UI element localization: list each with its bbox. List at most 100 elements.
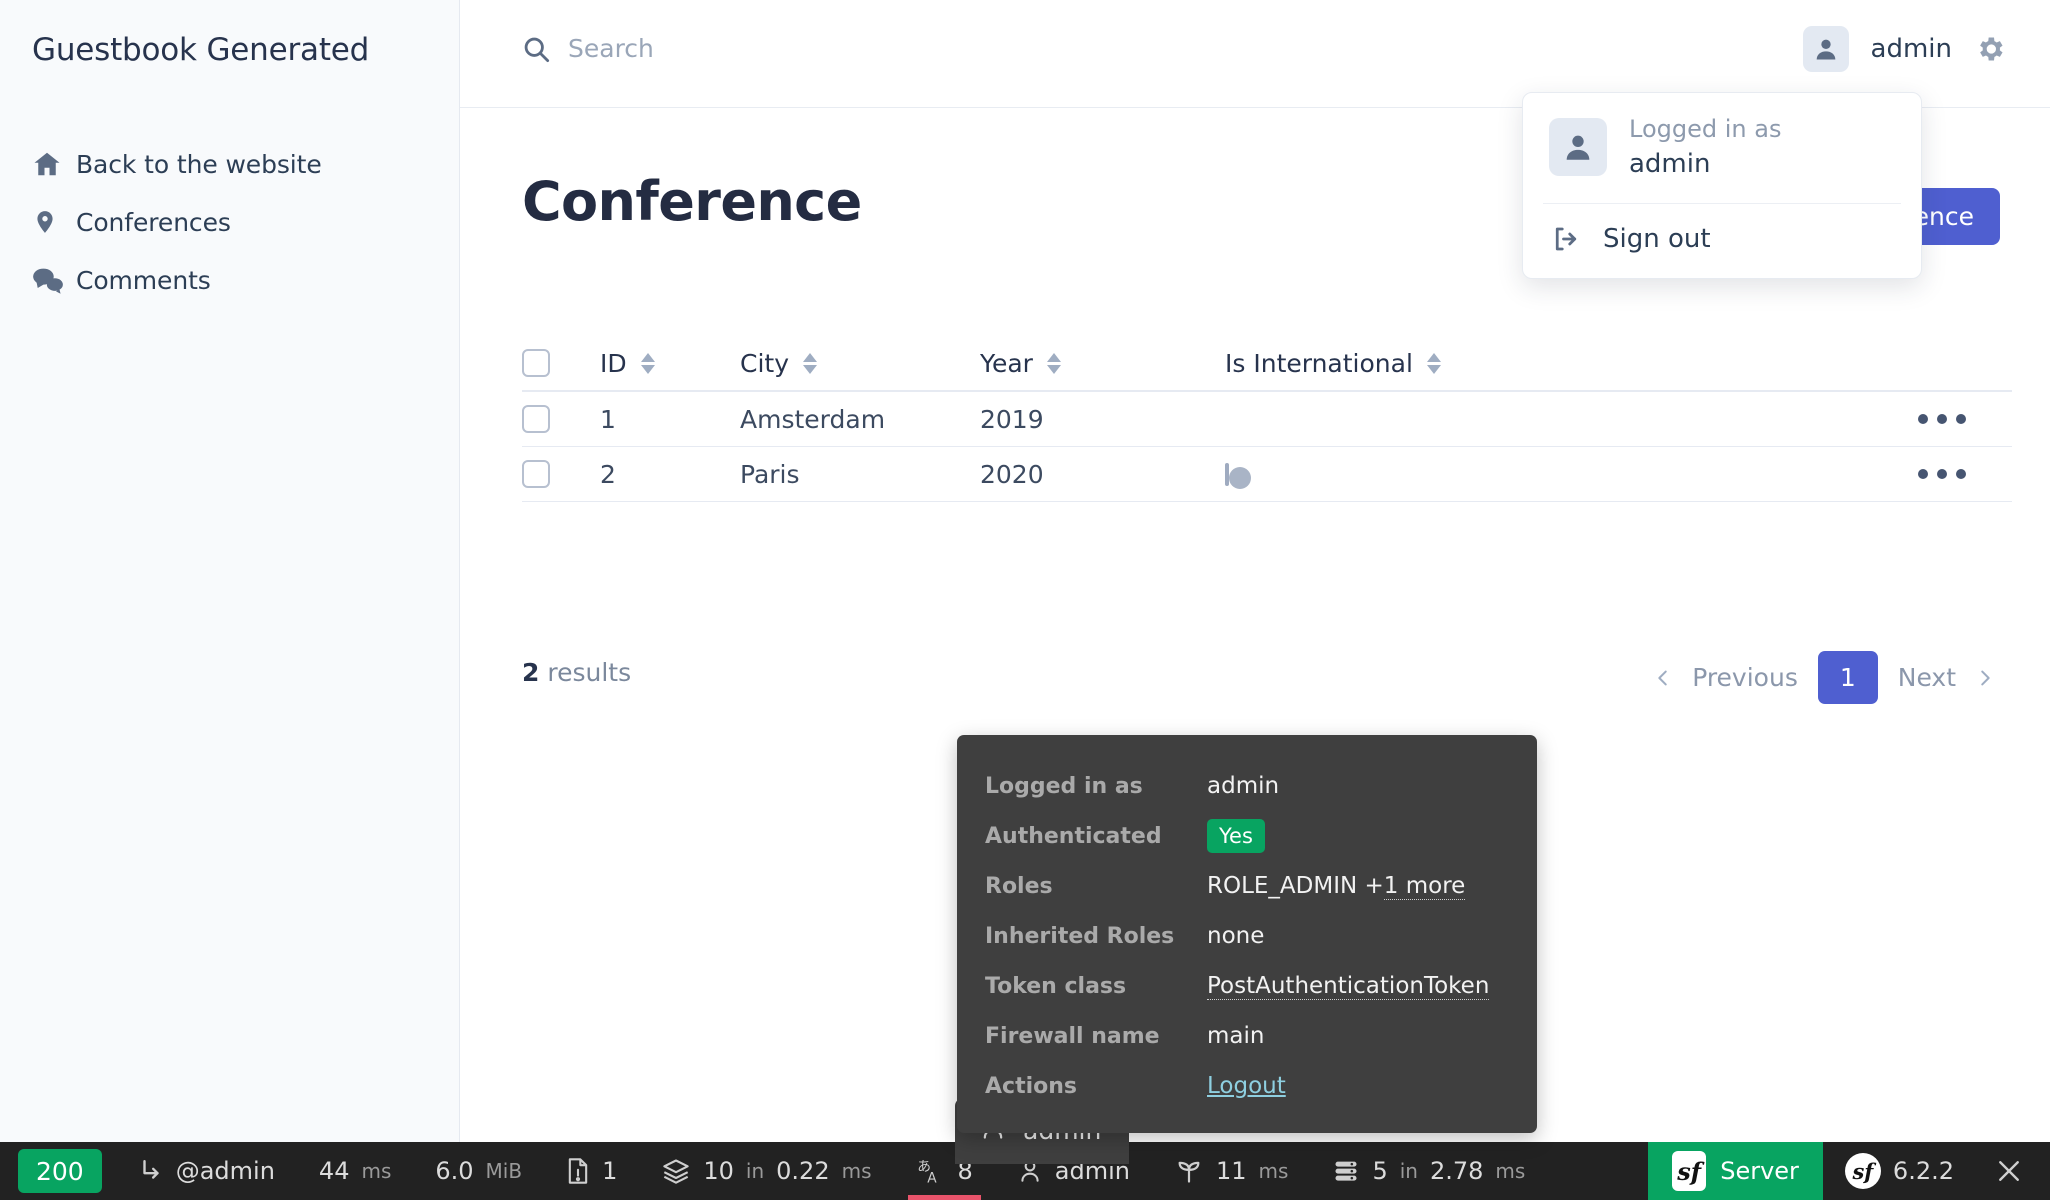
row-checkbox[interactable] (522, 460, 550, 488)
user-dropdown-identity: Logged in as admin (1523, 93, 1921, 203)
pagination-next[interactable]: Next (1888, 663, 1966, 692)
header-username[interactable]: admin (1871, 34, 1952, 64)
chevron-right-icon[interactable] (1966, 663, 2004, 693)
layers-icon (661, 1157, 691, 1185)
column-header-is-international[interactable]: Is International (1225, 349, 1872, 378)
sort-icon[interactable] (1046, 352, 1061, 374)
table-row[interactable]: 1 Amsterdam 2019 (522, 392, 2012, 447)
debug-row-logged-in-as: Logged in as admin (985, 761, 1509, 811)
cell-city: Amsterdam (740, 404, 886, 434)
cell-id: 1 (600, 404, 616, 434)
row-checkbox[interactable] (522, 405, 550, 433)
is-international-toggle[interactable] (1225, 462, 1251, 489)
select-all-checkbox[interactable] (522, 349, 550, 377)
debug-key: Token class (985, 973, 1127, 999)
comments-icon (32, 265, 76, 295)
cell-is-international (1225, 462, 1872, 489)
debug-row-roles: Roles ROLE_ADMIN + 1 more (985, 861, 1509, 911)
user-dropdown-menu: Logged in as admin Sign out (1522, 92, 1922, 279)
symfony-logo-icon: sf (1844, 1153, 1881, 1189)
toolbar-time-unit: ms (361, 1159, 392, 1183)
sign-out-button[interactable]: Sign out (1523, 204, 1921, 278)
toolbar-memory-unit: MiB (485, 1159, 523, 1183)
debug-key: Logged in as (985, 773, 1143, 799)
row-select-cell (522, 460, 600, 488)
logged-in-username: admin (1629, 149, 1711, 179)
logout-link[interactable]: Logout (1207, 1073, 1286, 1099)
sort-icon[interactable] (1426, 352, 1441, 374)
toolbar-cache-time: 0.22 (776, 1157, 830, 1185)
header-user-area: admin (1802, 26, 2006, 72)
toolbar-cache[interactable]: 10 in 0.22 ms (639, 1142, 893, 1200)
map-pin-icon (32, 207, 76, 237)
security-debug-panel: Logged in as admin Authenticated Yes Rol… (957, 735, 1537, 1133)
sidebar-item-comments[interactable]: Comments (24, 251, 434, 309)
cell-id: 2 (600, 459, 616, 489)
search-input[interactable] (568, 34, 1188, 63)
svg-text:A: A (927, 1170, 937, 1186)
toolbar-route[interactable]: @admin (116, 1142, 297, 1200)
row-actions-menu-icon[interactable] (1918, 414, 1966, 424)
close-icon[interactable] (1976, 1142, 2050, 1200)
debug-row-actions: Actions Logout (985, 1061, 1509, 1111)
toolbar-forms[interactable]: 1 (544, 1142, 639, 1200)
app-root: Guestbook Generated Back to the website … (0, 0, 2050, 1200)
toolbar-time[interactable]: 44 ms (297, 1142, 413, 1200)
toolbar-status-code[interactable]: 200 (18, 1149, 102, 1193)
sidebar-item-label: Comments (76, 265, 211, 295)
column-label: ID (600, 348, 627, 378)
sidebar-item-label: Conferences (76, 207, 231, 237)
logged-in-as-label: Logged in as (1629, 115, 1782, 143)
table-row[interactable]: 2 Paris 2020 (522, 447, 2012, 502)
toolbar-memory[interactable]: 6.0 MiB (413, 1142, 544, 1200)
toolbar-server[interactable]: sf Server (1648, 1142, 1823, 1200)
toolbar-version[interactable]: sf 6.2.2 (1823, 1142, 1976, 1200)
toolbar-database[interactable]: 5 in 2.78 ms (1310, 1142, 1547, 1200)
debug-key: Roles (985, 873, 1053, 899)
table-header-row: ID City Year Is International (522, 336, 2012, 392)
translations-warning-underline (907, 1195, 981, 1200)
toolbar-db-count: 5 (1372, 1157, 1388, 1185)
row-actions-menu-icon[interactable] (1918, 469, 1966, 479)
search-icon (522, 35, 550, 63)
results-label: results (547, 658, 632, 687)
cell-city: Paris (740, 459, 800, 489)
authenticated-badge: Yes (1207, 819, 1265, 853)
column-header-city[interactable]: City (740, 349, 980, 378)
sidebar-item-back-to-website[interactable]: Back to the website (24, 135, 434, 193)
toolbar-db-time: 2.78 (1429, 1157, 1484, 1185)
pagination-previous[interactable]: Previous (1682, 663, 1808, 692)
toolbar-time-value: 44 (318, 1157, 350, 1185)
form-document-icon (566, 1157, 590, 1185)
sidebar: Guestbook Generated Back to the website … (0, 0, 460, 1142)
sidebar-item-conferences[interactable]: Conferences (24, 193, 434, 251)
toolbar-db-in: in (1399, 1159, 1418, 1183)
toolbar-cache-count: 10 (703, 1157, 734, 1185)
sort-icon[interactable] (640, 352, 655, 374)
debug-row-firewall-name: Firewall name main (985, 1011, 1509, 1061)
debug-key: Inherited Roles (985, 923, 1175, 949)
avatar[interactable] (1802, 26, 1849, 72)
database-icon (1332, 1157, 1360, 1185)
column-label: City (740, 348, 789, 378)
search-box[interactable] (522, 34, 1188, 63)
pagination-current-page[interactable]: 1 (1817, 651, 1878, 704)
gear-icon[interactable] (1974, 33, 2006, 65)
sort-icon[interactable] (803, 352, 817, 374)
debug-value: none (1207, 923, 1265, 949)
toolbar-twig[interactable]: 11 ms (1152, 1142, 1310, 1200)
token-class-value[interactable]: PostAuthenticationToken (1207, 973, 1490, 1000)
toolbar-db-unit: ms (1495, 1159, 1526, 1183)
debug-key: Authenticated (985, 823, 1162, 849)
column-label: Year (980, 348, 1033, 378)
chevron-left-icon[interactable] (1644, 663, 1682, 693)
route-arrow-icon (138, 1158, 164, 1184)
pagination: Previous 1 Next (1644, 651, 2004, 704)
roles-more-link[interactable]: 1 more (1383, 873, 1466, 900)
column-header-id[interactable]: ID (600, 349, 740, 378)
debug-row-inherited-roles: Inherited Roles none (985, 911, 1509, 961)
row-actions-cell (1872, 469, 2012, 479)
column-header-year[interactable]: Year (980, 349, 1225, 378)
debug-key: Firewall name (985, 1023, 1160, 1049)
